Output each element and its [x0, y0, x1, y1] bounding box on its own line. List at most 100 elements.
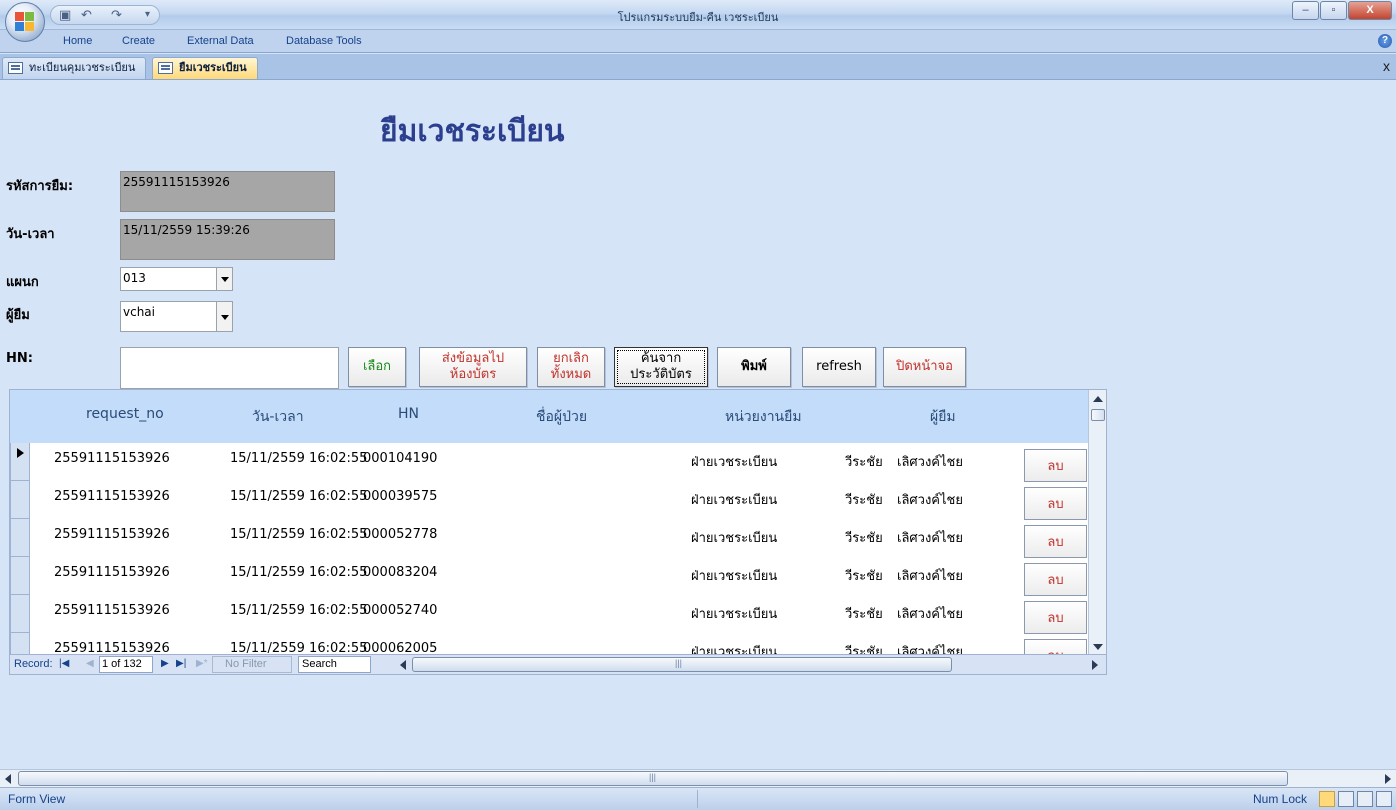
office-logo-icon: [15, 12, 35, 32]
table-row[interactable]: 25591115153926 15/11/2559 16:02:55 00005…: [10, 595, 1090, 634]
datasheet-view-icon[interactable]: [1338, 791, 1354, 807]
scroll-left-icon[interactable]: [400, 660, 406, 670]
new-record-icon[interactable]: ▶*: [196, 658, 208, 669]
form-icon: [8, 62, 23, 74]
cell-unit: ฝ่ายเวชระเบียน: [691, 569, 778, 584]
record-selector[interactable]: [10, 557, 30, 595]
office-button[interactable]: [5, 2, 45, 42]
view-mode-status: Form View: [8, 792, 66, 806]
cell-request-no: 25591115153926: [54, 489, 170, 504]
close-screen-button[interactable]: ปิดหน้าจอ: [883, 347, 966, 387]
history-button-line1: ค้นจาก: [640, 351, 682, 366]
table-row[interactable]: 25591115153926 15/11/2559 16:02:55 00005…: [10, 519, 1090, 558]
no-filter-button[interactable]: No Filter: [212, 656, 292, 673]
record-label: Record:: [14, 658, 53, 670]
cell-borrower-last: เลิศวงค์ไชย: [897, 531, 963, 546]
help-icon[interactable]: ?: [1378, 34, 1392, 48]
dropdown-arrow-icon[interactable]: [216, 268, 232, 290]
record-selector[interactable]: [10, 633, 30, 656]
doctab-register[interactable]: ทะเบียนคุมเวชระเบียน: [2, 57, 147, 79]
window-controls: – ▫ X: [1291, 1, 1392, 21]
tab-home[interactable]: Home: [63, 35, 92, 47]
delete-row-button[interactable]: ลบ: [1024, 525, 1087, 558]
search-input[interactable]: Search: [298, 656, 371, 673]
send-button-line2: ห้องบัตร: [449, 367, 497, 382]
table-row[interactable]: 25591115153926 15/11/2559 16:02:55 00010…: [10, 443, 1090, 482]
last-record-icon[interactable]: ▶|: [176, 658, 186, 669]
record-navigation-bar: Record: |◀ ◀ 1 of 132 ▶ ▶| ▶* No Filter …: [10, 654, 1106, 674]
cell-borrower-last: เลิศวงค์ไชย: [897, 607, 963, 622]
column-header-hn: HN: [398, 406, 419, 422]
design-view-icon[interactable]: [1376, 791, 1392, 807]
table-row[interactable]: 25591115153926 15/11/2559 16:02:55 00008…: [10, 557, 1090, 596]
tab-external-data[interactable]: External Data: [187, 35, 254, 47]
print-button[interactable]: พิมพ์: [717, 347, 791, 387]
table-row[interactable]: 25591115153926 15/11/2559 16:02:55 00003…: [10, 481, 1090, 520]
search-history-button[interactable]: ค้นจาก ประวัติบัตร: [614, 347, 708, 387]
borrow-id-label: รหัสการยืม:: [6, 179, 74, 194]
scroll-right-icon[interactable]: [1385, 774, 1391, 784]
select-button[interactable]: เลือก: [348, 347, 406, 387]
dropdown-arrow-icon[interactable]: [216, 302, 232, 331]
restore-button[interactable]: ▫: [1320, 1, 1347, 20]
previous-record-icon[interactable]: ◀: [86, 658, 94, 669]
record-selector[interactable]: [10, 481, 30, 519]
table-row[interactable]: 25591115153926 15/11/2559 16:02:55 00006…: [10, 633, 1090, 656]
column-header-patient-name: ชื่อผู้ป่วย: [536, 409, 588, 425]
cell-datetime: 15/11/2559 16:02:55: [230, 489, 368, 504]
subform-vertical-scrollbar[interactable]: [1088, 390, 1106, 656]
close-window-button[interactable]: X: [1348, 1, 1392, 20]
scroll-left-icon[interactable]: [5, 774, 11, 784]
minimize-button[interactable]: –: [1292, 1, 1319, 20]
doctab-label: ทะเบียนคุมเวชระเบียน: [29, 62, 136, 74]
borrower-combo[interactable]: vchai: [120, 301, 233, 332]
refresh-button[interactable]: refresh: [802, 347, 876, 387]
select-button-label: เลือก: [362, 359, 392, 374]
next-record-icon[interactable]: ▶: [161, 658, 169, 669]
record-selector[interactable]: [10, 519, 30, 557]
scroll-right-icon[interactable]: [1092, 660, 1098, 670]
scroll-thumb[interactable]: [412, 657, 952, 672]
tab-database-tools[interactable]: Database Tools: [286, 35, 362, 47]
cell-datetime: 15/11/2559 16:02:55: [230, 603, 368, 618]
cell-unit: ฝ่ายเวชระเบียน: [691, 493, 778, 508]
subform-header: request_no วัน-เวลา HN ชื่อผู้ป่วย หน่วย…: [10, 390, 1090, 443]
delete-row-button[interactable]: ลบ: [1024, 601, 1087, 634]
doctab-borrow[interactable]: ยืมเวชระเบียน: [152, 57, 258, 79]
cell-unit: ฝ่ายเวชระเบียน: [691, 531, 778, 546]
subform-horizontal-scrollbar[interactable]: [396, 657, 1102, 672]
record-selector[interactable]: [10, 595, 30, 633]
close-screen-button-label: ปิดหน้าจอ: [896, 359, 953, 374]
cell-request-no: 25591115153926: [54, 451, 170, 466]
column-header-borrower: ผู้ยืม: [930, 409, 956, 425]
form-view-icon[interactable]: [1319, 791, 1335, 807]
cell-hn: 000052740: [363, 603, 438, 618]
form-horizontal-scrollbar[interactable]: [0, 769, 1396, 787]
scroll-down-icon[interactable]: [1093, 644, 1103, 650]
delete-row-button[interactable]: ลบ: [1024, 449, 1087, 482]
hn-input[interactable]: [120, 347, 339, 389]
layout-view-icon[interactable]: [1357, 791, 1373, 807]
cancel-all-button[interactable]: ยกเลิก ทั้งหมด: [537, 347, 605, 387]
delete-row-button[interactable]: ลบ: [1024, 487, 1087, 520]
cell-request-no: 25591115153926: [54, 603, 170, 618]
borrow-items-subform: request_no วัน-เวลา HN ชื่อผู้ป่วย หน่วย…: [9, 389, 1107, 675]
send-button-line1: ส่งข้อมูลไป: [441, 351, 505, 366]
cell-hn: 000083204: [363, 565, 438, 580]
department-value: 013: [123, 271, 146, 285]
current-record-icon[interactable]: [10, 443, 30, 481]
cell-hn: 000039575: [363, 489, 438, 504]
cell-request-no: 25591115153926: [54, 527, 170, 542]
delete-row-button[interactable]: ลบ: [1024, 563, 1087, 596]
scroll-up-icon[interactable]: [1093, 396, 1103, 402]
scroll-thumb[interactable]: [18, 771, 1288, 786]
send-to-card-room-button[interactable]: ส่งข้อมูลไป ห้องบัตร: [419, 347, 527, 387]
status-bar: Form View Num Lock: [0, 787, 1396, 810]
department-combo[interactable]: 013: [120, 267, 233, 291]
record-counter-input[interactable]: 1 of 132: [99, 656, 153, 673]
scroll-thumb[interactable]: [1091, 409, 1105, 421]
first-record-icon[interactable]: |◀: [59, 658, 69, 669]
close-document-icon[interactable]: x: [1383, 58, 1390, 74]
cell-borrower-first: วีระชัย: [845, 569, 883, 584]
tab-create[interactable]: Create: [122, 35, 155, 47]
